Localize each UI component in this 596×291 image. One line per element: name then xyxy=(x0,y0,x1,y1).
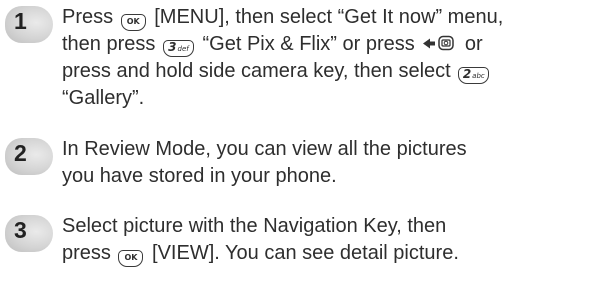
step-number: 3 xyxy=(14,217,27,243)
step-2-line-2: you have stored in your phone. xyxy=(62,165,337,187)
step-2-text: In Review Mode, you can view all the pic… xyxy=(62,136,592,190)
step-number: 1 xyxy=(14,8,27,34)
step-number: 2 xyxy=(14,140,27,166)
text-segment: press and hold side camera key, then sel… xyxy=(62,60,451,82)
step-number-badge: 1 xyxy=(5,6,53,43)
text-segment: [VIEW]. You can see detail picture. xyxy=(152,242,459,264)
key-3-icon: 3def xyxy=(162,40,194,57)
step-number-badge: 3 xyxy=(5,215,53,252)
key-digit: 2 xyxy=(462,67,472,81)
step-1-line-3: press and hold side camera key, then sel… xyxy=(62,58,592,85)
ok-key-icon: OK xyxy=(118,250,144,267)
step-1-line-2: then press 3def “Get Pix & Flix” or pres… xyxy=(62,31,592,58)
instruction-page: 1 Press OK [MENU], then select “Get It n… xyxy=(0,0,596,291)
step-1-line-4: “Gallery”. xyxy=(62,85,592,112)
text-segment: or xyxy=(464,33,483,55)
text-segment: [MENU], then select “Get It now” menu, xyxy=(154,6,504,28)
ok-key-icon: OK xyxy=(120,14,146,31)
left-nav-camera-icon xyxy=(423,35,455,51)
key-2-icon: 2abc xyxy=(458,67,490,84)
step-1-text: Press OK [MENU], then select “Get It now… xyxy=(62,4,592,112)
ok-key-label: OK xyxy=(126,17,140,26)
text-segment: press xyxy=(62,242,111,264)
key-letters: def xyxy=(177,45,189,53)
step-2-line-1: In Review Mode, you can view all the pic… xyxy=(62,138,467,160)
step-3-line-2: press OK [VIEW]. You can see detail pict… xyxy=(62,240,592,267)
text-segment: Press xyxy=(62,6,114,28)
text-segment: “Get Pix & Flix” or press xyxy=(202,33,415,55)
key-digit: 3 xyxy=(168,40,177,54)
step-3-line-1: Select picture with the Navigation Key, … xyxy=(62,215,447,237)
key-letters: abc xyxy=(472,72,485,80)
ok-key-label: OK xyxy=(124,253,138,262)
step-number-badge: 2 xyxy=(5,138,53,175)
step-1-line-1: Press OK [MENU], then select “Get It now… xyxy=(62,4,592,31)
text-segment: “Gallery”. xyxy=(62,87,145,109)
text-segment: then press xyxy=(62,33,156,55)
step-3-text: Select picture with the Navigation Key, … xyxy=(62,213,592,267)
